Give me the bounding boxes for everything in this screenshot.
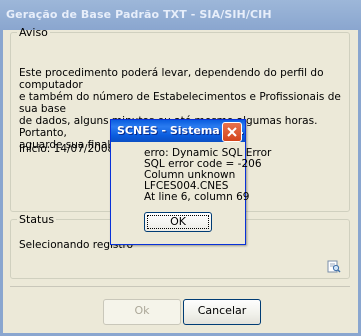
status-legend: Status <box>19 213 55 226</box>
aviso-legend: Aviso <box>19 26 48 39</box>
window-title: Geração de Base Padrão TXT - SIA/SIH/CIH <box>6 8 272 21</box>
search-document-icon <box>327 260 341 273</box>
error-message: erro: Dynamic SQL Error SQL error code =… <box>144 148 271 203</box>
error-dialog: SCNES - Sistema d... erro: Dynamic SQL E… <box>110 119 271 245</box>
aviso-line: e também do número de Estabelecimentos e… <box>19 91 341 115</box>
window-border-left <box>0 30 3 336</box>
error-ok-button[interactable]: OK <box>144 212 212 232</box>
inicio-label: Início: 14/07/2008 1 <box>19 143 125 155</box>
cancel-button[interactable]: Cancelar <box>183 299 261 325</box>
error-ok-label: OK <box>147 215 209 229</box>
error-dialog-title-bar[interactable]: SCNES - Sistema d... <box>111 120 245 142</box>
button-bar: Ok Cancelar <box>10 286 350 327</box>
error-line: At line 6, column 69 <box>144 191 250 203</box>
aviso-line: Este procedimento poderá levar, dependen… <box>19 67 324 91</box>
close-icon[interactable] <box>222 122 242 142</box>
ok-button[interactable]: Ok <box>103 299 181 325</box>
